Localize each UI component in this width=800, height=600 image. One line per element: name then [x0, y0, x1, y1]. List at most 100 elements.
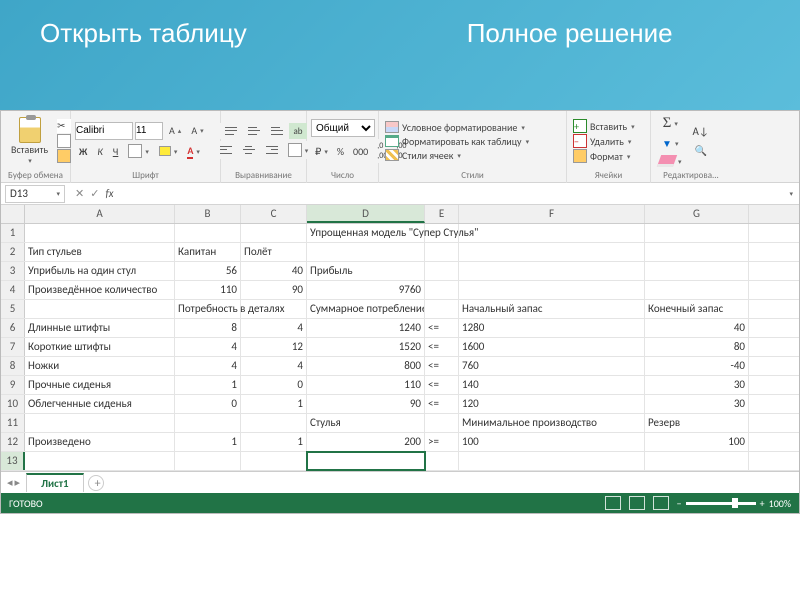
- sort-filter-button[interactable]: A↓: [689, 123, 713, 140]
- row-header[interactable]: 1: [1, 224, 25, 242]
- italic-button[interactable]: К: [93, 142, 106, 161]
- cell[interactable]: [425, 224, 459, 242]
- wrap-text-button[interactable]: ab: [289, 123, 306, 139]
- normal-view-button[interactable]: [605, 496, 621, 510]
- column-header[interactable]: D: [307, 205, 425, 223]
- cell[interactable]: [25, 300, 175, 318]
- cell[interactable]: 90: [307, 395, 425, 413]
- cell[interactable]: [307, 243, 425, 261]
- cell[interactable]: [307, 452, 425, 470]
- cell[interactable]: 140: [459, 376, 645, 394]
- cell[interactable]: Капитан: [175, 243, 241, 261]
- cell[interactable]: 4: [241, 319, 307, 337]
- cell[interactable]: Облегченные сиденья: [25, 395, 175, 413]
- decrease-font-button[interactable]: A▾: [187, 122, 207, 140]
- cell[interactable]: 1: [241, 433, 307, 451]
- select-all-corner[interactable]: [1, 205, 25, 223]
- worksheet[interactable]: ABCDEFG 1Упрощенная модель "Супер Стулья…: [1, 205, 799, 471]
- cell[interactable]: 9760: [307, 281, 425, 299]
- column-header[interactable]: F: [459, 205, 645, 223]
- zoom-level[interactable]: 100%: [769, 497, 791, 510]
- row-header[interactable]: 11: [1, 414, 25, 432]
- cell[interactable]: [645, 262, 749, 280]
- cancel-formula-icon[interactable]: ✕: [75, 187, 84, 200]
- align-center-button[interactable]: [238, 141, 260, 159]
- cell[interactable]: 40: [241, 262, 307, 280]
- formula-bar-expand-icon[interactable]: ▾: [783, 189, 799, 198]
- cell[interactable]: 1: [241, 395, 307, 413]
- cell[interactable]: Упрощенная модель "Супер Стулья": [307, 224, 425, 242]
- cell[interactable]: [25, 452, 175, 470]
- sheet-tab[interactable]: Лист1: [26, 473, 84, 492]
- zoom-out-button[interactable]: −: [677, 497, 682, 510]
- cell[interactable]: [25, 224, 175, 242]
- row-header[interactable]: 2: [1, 243, 25, 261]
- row-header[interactable]: 9: [1, 376, 25, 394]
- cell[interactable]: 40: [645, 319, 749, 337]
- row-header[interactable]: 13: [1, 452, 25, 470]
- align-top-button[interactable]: [220, 123, 242, 139]
- cell[interactable]: Стулья: [307, 414, 425, 432]
- cell[interactable]: Прочные сиденья: [25, 376, 175, 394]
- cell[interactable]: Потребность в деталях: [175, 300, 241, 318]
- cut-icon[interactable]: ✂: [57, 119, 71, 133]
- cell[interactable]: 120: [459, 395, 645, 413]
- cell[interactable]: [425, 452, 459, 470]
- cell[interactable]: Полёт: [241, 243, 307, 261]
- cell[interactable]: 1600: [459, 338, 645, 356]
- row-header[interactable]: 10: [1, 395, 25, 413]
- increase-font-button[interactable]: A▴: [165, 122, 185, 140]
- cell[interactable]: Произведено: [25, 433, 175, 451]
- cell[interactable]: [241, 300, 307, 318]
- cell[interactable]: Начальный запас: [459, 300, 645, 318]
- zoom-slider[interactable]: − + 100%: [677, 497, 791, 510]
- cell[interactable]: Прибыль: [307, 262, 425, 280]
- autosum-button[interactable]: Σ▾: [659, 113, 682, 134]
- row-header[interactable]: 12: [1, 433, 25, 451]
- cell[interactable]: Произведённое количество: [25, 281, 175, 299]
- column-header[interactable]: G: [645, 205, 749, 223]
- cell[interactable]: 100: [645, 433, 749, 451]
- cell[interactable]: Минимальное производство: [459, 414, 645, 432]
- cell[interactable]: 8: [175, 319, 241, 337]
- cell[interactable]: [425, 243, 459, 261]
- copy-icon[interactable]: [57, 134, 71, 148]
- cell[interactable]: 1520: [307, 338, 425, 356]
- cell[interactable]: [175, 452, 241, 470]
- full-solution-link[interactable]: Полное решение: [467, 18, 673, 49]
- conditional-formatting-button[interactable]: Условное форматирование▾: [383, 121, 527, 134]
- cell[interactable]: [175, 224, 241, 242]
- paste-button[interactable]: Вставить ▾: [5, 115, 54, 167]
- fill-button[interactable]: ▼▾: [658, 135, 682, 152]
- zoom-in-button[interactable]: +: [760, 497, 765, 510]
- page-layout-view-button[interactable]: [629, 496, 645, 510]
- cell[interactable]: 0: [175, 395, 241, 413]
- enter-formula-icon[interactable]: ✓: [90, 187, 99, 200]
- border-button[interactable]: ▾: [124, 142, 153, 161]
- cell[interactable]: [645, 281, 749, 299]
- underline-button[interactable]: Ч: [109, 142, 123, 161]
- cell[interactable]: [425, 414, 459, 432]
- cell[interactable]: <=: [425, 376, 459, 394]
- cell[interactable]: 4: [241, 357, 307, 375]
- find-select-button[interactable]: 🔍: [690, 142, 710, 159]
- cell[interactable]: Суммарное потребление: [307, 300, 425, 318]
- align-bottom-button[interactable]: [266, 123, 288, 139]
- row-header[interactable]: 3: [1, 262, 25, 280]
- align-left-button[interactable]: [215, 141, 237, 159]
- cell[interactable]: 1240: [307, 319, 425, 337]
- fill-color-button[interactable]: ▾: [155, 142, 182, 161]
- delete-cells-button[interactable]: −Удалить▾: [571, 134, 633, 148]
- cell[interactable]: 56: [175, 262, 241, 280]
- cell[interactable]: [241, 452, 307, 470]
- cell[interactable]: 760: [459, 357, 645, 375]
- cell[interactable]: 80: [645, 338, 749, 356]
- add-sheet-button[interactable]: +: [88, 475, 104, 491]
- format-painter-icon[interactable]: [57, 149, 71, 163]
- bold-button[interactable]: Ж: [75, 142, 91, 161]
- tab-scroll-left-icon[interactable]: ◂: [7, 476, 13, 489]
- cell[interactable]: <=: [425, 319, 459, 337]
- row-header[interactable]: 4: [1, 281, 25, 299]
- cell[interactable]: 1: [175, 433, 241, 451]
- cell[interactable]: [459, 281, 645, 299]
